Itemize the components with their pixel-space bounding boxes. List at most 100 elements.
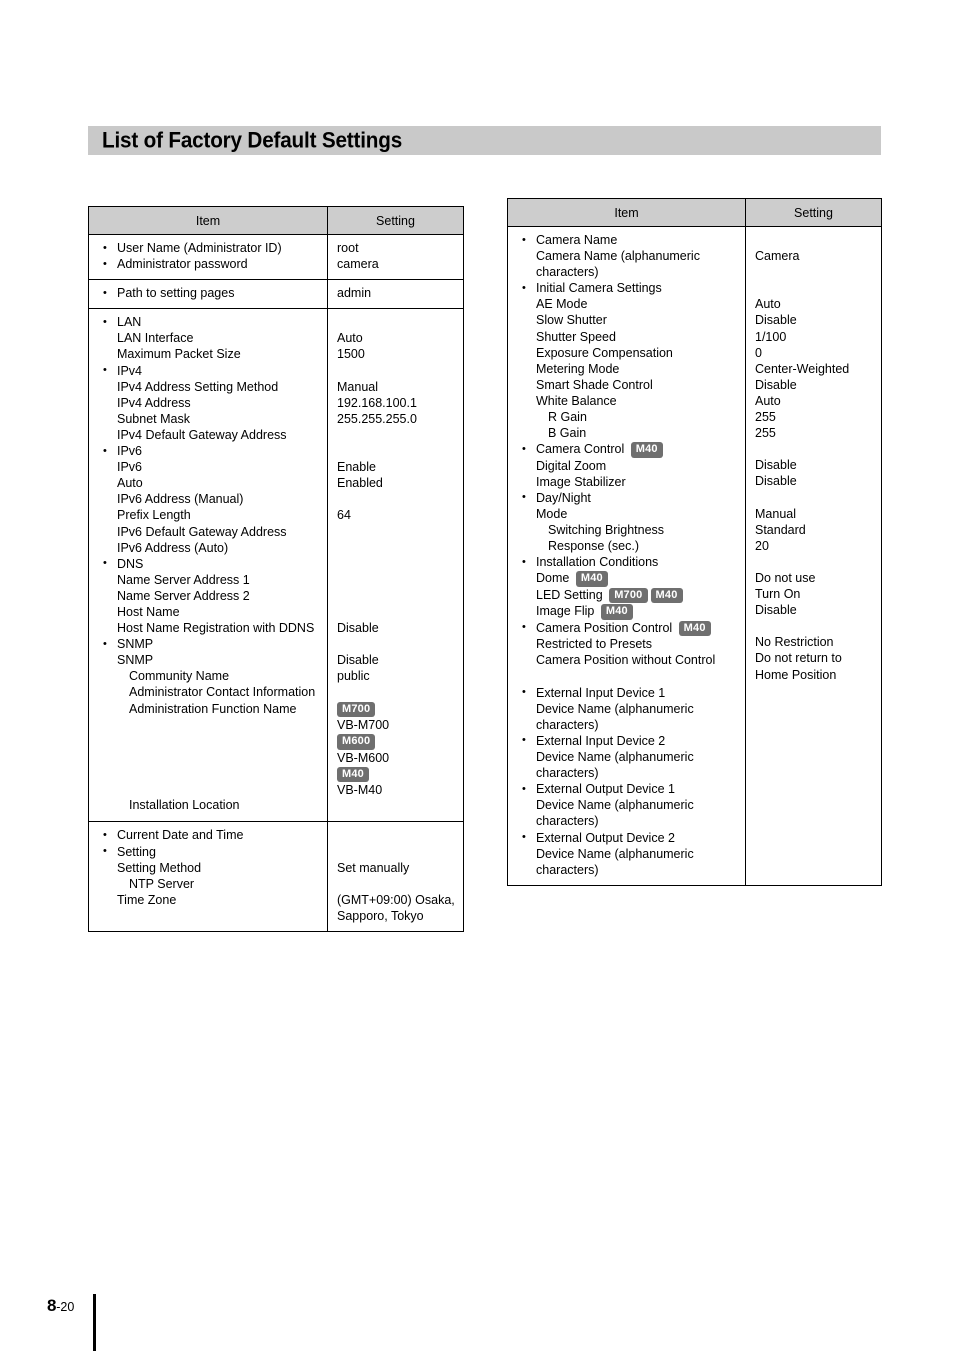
column-header-item: Item [89,207,328,234]
setting-value: Camera [755,249,800,264]
item-line: Auto [117,476,143,491]
setting-value: root [337,241,359,255]
item-line: Subnet Mask [117,411,190,426]
table-row: User Name (Administrator ID)Administrato… [89,235,463,281]
setting-value: Disable [337,653,379,668]
item-line: Installation Location [129,798,240,813]
item-line: User Name (Administrator ID) [95,239,323,256]
setting-value [337,491,459,507]
setting-value: Disable [755,458,797,473]
item-cell: User Name (Administrator ID)Administrato… [89,235,328,280]
setting-value [337,827,459,843]
item-line: Setting [95,843,323,860]
setting-value [337,684,459,700]
item-line: SNMP [95,636,323,652]
setting-value: 255 [755,426,776,441]
item-line: IPv4 Address Setting Method [117,379,279,394]
setting-value: Center-Weighted [755,361,850,376]
setting-value [755,618,877,634]
item-cell: LANLAN InterfaceMaximum Packet SizeIPv4I… [89,309,328,822]
item-line: Name Server Address 1 [117,572,250,587]
column-header-setting: Setting [794,205,833,220]
item-line: Name Server Address 2 [117,588,250,603]
item-line: External Output Device 1 [514,781,741,797]
item-line: External Input Device 1 [514,684,741,701]
item-line: Dome M40 [514,570,741,587]
setting-value [337,636,459,652]
setting-value: 255 [755,410,776,425]
column-header-item: Item [508,199,746,226]
model-badge-m700: M700 [609,587,648,604]
setting-value: M700 [337,701,459,718]
setting-value: Standard [755,522,806,537]
setting-value: Turn On [755,587,801,602]
item-line: Camera Name [514,231,741,248]
table-row: Current Date and TimeSettingSetting Meth… [89,822,463,931]
item-line: Digital Zoom [536,458,607,473]
item-line: IPv6 Address (Manual) [117,492,244,507]
item-line: Time Zone [117,892,177,907]
setting-value: Sapporo, Tokyo [337,908,424,923]
setting-value: (GMT+09:00) Osaka, [337,892,455,907]
model-badge-m40: M40 [600,604,633,620]
item-line: characters) [536,717,599,732]
setting-value: 1/100 [755,329,787,344]
item-line: LAN [95,314,323,330]
item-line: LED Setting M700 M40 [514,587,741,604]
setting-value: Enable [337,460,376,475]
setting-value: Home Position [755,667,837,682]
item-line: Host Name [117,604,180,619]
setting-value [337,363,459,379]
item-line: Prefix Length [117,508,191,523]
table-row: LANLAN InterfaceMaximum Packet SizeIPv4I… [89,309,463,823]
item-line: IPv4 [95,362,323,379]
item-line: IPv6 Default Gateway Address [117,524,287,539]
item-line: Image Flip M40 [514,603,741,620]
item-line: Camera Position without Control [536,653,716,668]
item-line: Metering Mode [536,361,620,376]
item-line: R Gain [548,410,587,425]
setting-value: public [337,669,370,684]
setting-value: VB-M700 [337,718,390,733]
item-line: Smart Shade Control [536,377,653,392]
setting-value [755,490,877,506]
setting-value [337,524,459,540]
setting-value: Enabled [337,476,383,491]
setting-value: Manual [755,506,796,521]
item-line: Response (sec.) [548,539,640,554]
left-settings-table: Item Setting User Name (Administrator ID… [88,206,464,932]
setting-value [755,264,877,280]
setting-value: Disable [755,603,797,618]
setting-value: Set manually [337,860,410,875]
item-line: Day/Night [514,489,741,506]
item-line: characters) [536,265,599,280]
setting-value [337,427,459,443]
setting-value: VB-M40 [337,783,383,798]
item-line: External Input Device 2 [514,732,741,749]
item-line: B Gain [548,426,587,441]
setting-value: Disable [755,474,797,489]
item-line: Device Name (alphanumeric [536,750,694,765]
item-line: IPv6 Address (Auto) [117,540,229,555]
item-line: Slow Shutter [536,313,607,328]
item-line: characters) [536,862,599,877]
item-cell: Current Date and TimeSettingSetting Meth… [89,822,328,931]
setting-value [337,443,459,459]
setting-value: Auto [755,297,781,312]
setting-value: admin [337,286,372,301]
item-line: Host Name Registration with DDNS [117,621,315,636]
setting-value [337,876,459,892]
left-table-body: User Name (Administrator ID)Administrato… [89,235,463,931]
setting-value: Do not use [755,570,816,585]
item-line: IPv4 Address [117,395,191,410]
item-line: Camera Name (alphanumeric [536,249,700,264]
item-line: Path to setting pages [95,285,323,301]
page-number: 8-20 [47,1296,75,1315]
item-line: IPv6 [117,460,143,475]
item-line: Administrator password [95,256,323,272]
item-line: Administration Function Name [129,701,297,716]
setting-value [337,844,459,860]
item-line: Installation Conditions [514,554,741,570]
setting-value: Auto [337,331,363,346]
